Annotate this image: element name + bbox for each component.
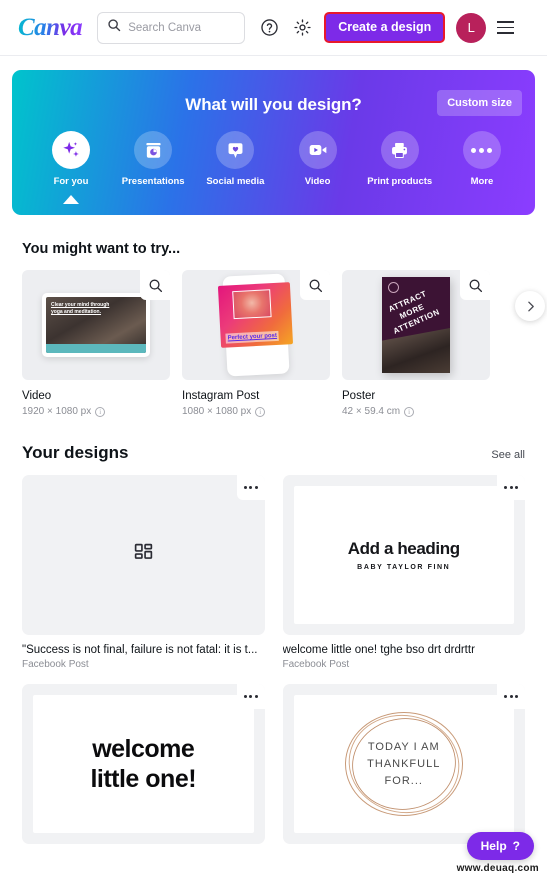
sparkle-icon: [52, 131, 90, 169]
try-card-video[interactable]: Clear your mind through yoga and meditat…: [22, 270, 170, 417]
instagram-template-art: Perfect your post: [217, 273, 294, 377]
try-card-thumbnail[interactable]: Clear your mind through yoga and meditat…: [22, 270, 170, 380]
design-art-line-1: TODAY I AM: [367, 740, 440, 753]
printer-icon: [380, 131, 419, 169]
design-art-line-3: FOR...: [384, 774, 423, 787]
ellipsis-icon: [462, 131, 501, 169]
search-box[interactable]: [97, 11, 246, 44]
canva-logo[interactable]: Canva: [14, 14, 83, 42]
question-mark-icon: ?: [512, 839, 520, 853]
app-header: Canva Create a design L: [0, 0, 547, 56]
hero-item-label: Video: [304, 176, 331, 187]
try-section-title: You might want to try...: [22, 241, 181, 257]
designs-section-header: Your designs See all: [0, 443, 547, 463]
try-card-meta: 1920 × 1080 px i: [22, 406, 170, 417]
hamburger-icon[interactable]: [497, 21, 515, 34]
see-all-link[interactable]: See all: [491, 449, 525, 461]
design-thumbnail[interactable]: Add a heading BABY TAYLOR FINN: [282, 475, 525, 635]
custom-size-button[interactable]: Custom size: [437, 90, 522, 116]
try-card-name: Poster: [342, 390, 376, 402]
hero-item-presentations[interactable]: Presentations: [120, 131, 186, 187]
design-art-heading: Add a heading: [347, 539, 460, 558]
hero-item-video[interactable]: Video: [285, 131, 351, 187]
hero-banner: What will you design? Custom size For yo…: [12, 70, 535, 215]
design-card-thankful[interactable]: TODAY I AM THANKFULL FOR...: [282, 684, 525, 844]
chevron-right-icon[interactable]: [515, 291, 545, 321]
design-art-line-2: THANKFULL: [367, 757, 441, 770]
heart-chat-icon: [216, 131, 255, 169]
design-art-line-2: little one!: [90, 765, 197, 793]
presentation-icon: [134, 131, 173, 169]
hero-item-for-you[interactable]: For you: [38, 131, 104, 187]
ellipsis-icon[interactable]: [236, 684, 265, 709]
header-actions: Create a design L: [258, 11, 515, 44]
try-card-name: Video: [22, 390, 52, 402]
design-art: Add a heading BABY TAYLOR FINN: [293, 486, 514, 624]
try-card-instagram-post[interactable]: Perfect your post Instagram Post 1080 × …: [182, 270, 330, 417]
designs-section-title: Your designs: [22, 443, 129, 462]
design-art: TODAY I AM THANKFULL FOR...: [293, 695, 514, 833]
try-card-meta: 1080 × 1080 px i: [182, 406, 330, 417]
question-circle-icon[interactable]: [258, 17, 280, 39]
design-thumbnail[interactable]: [22, 475, 265, 635]
try-card-name: Instagram Post: [182, 390, 260, 402]
info-icon[interactable]: i: [95, 406, 106, 417]
try-card-size: 1920 × 1080 px: [22, 406, 92, 417]
design-card-welcome-art[interactable]: welcome little one!: [22, 684, 265, 844]
design-art: welcome little one!: [33, 695, 254, 833]
info-icon[interactable]: i: [255, 406, 266, 417]
hero-item-label: For you: [53, 176, 89, 187]
magnifier-icon[interactable]: [300, 270, 330, 300]
design-card-success-quote[interactable]: "Success is not final, failure is not fa…: [22, 475, 265, 670]
design-thumbnail[interactable]: welcome little one!: [22, 684, 265, 844]
hero-item-label: Print products: [367, 176, 433, 187]
ellipsis-icon[interactable]: [497, 684, 525, 709]
hero-item-label: Presentations: [121, 176, 185, 187]
design-title: "Success is not final, failure is not fa…: [22, 644, 258, 656]
help-button-label: Help: [480, 839, 507, 853]
try-card-poster[interactable]: ATTRACT MORE ATTENTION Poster 42 × 59.4 …: [342, 270, 490, 417]
hero-item-label: Social media: [206, 176, 265, 187]
instagram-art-text: Perfect your post: [225, 330, 280, 344]
hero-item-more[interactable]: More: [449, 131, 515, 187]
design-card-welcome-little-one[interactable]: Add a heading BABY TAYLOR FINN welcome l…: [282, 475, 525, 670]
hero-category-nav: For you Presentations Social media Video…: [12, 115, 535, 187]
poster-template-art: ATTRACT MORE ATTENTION: [382, 277, 450, 373]
video-template-art: Clear your mind through yoga and meditat…: [42, 293, 150, 357]
ellipsis-icon[interactable]: [236, 475, 265, 500]
design-title: welcome little one! tghe bso drt drdrttr: [282, 644, 475, 656]
try-section-header: You might want to try...: [0, 241, 547, 257]
magnifier-icon[interactable]: [460, 270, 490, 300]
try-card-thumbnail[interactable]: Perfect your post: [182, 270, 330, 380]
try-carousel: Clear your mind through yoga and meditat…: [0, 257, 547, 417]
watermark: www.deuaq.com: [456, 863, 539, 874]
search-input[interactable]: [128, 21, 236, 34]
hero-item-label: More: [470, 176, 494, 187]
design-thumbnail[interactable]: TODAY I AM THANKFULL FOR...: [282, 684, 525, 844]
design-subtitle: Facebook Post: [282, 659, 350, 670]
help-button[interactable]: Help ?: [466, 832, 534, 860]
design-art-line-1: welcome: [92, 735, 195, 763]
hero-item-social-media[interactable]: Social media: [202, 131, 268, 187]
try-card-size: 1080 × 1080 px: [182, 406, 252, 417]
designs-grid: "Success is not final, failure is not fa…: [0, 463, 547, 844]
try-card-thumbnail[interactable]: ATTRACT MORE ATTENTION: [342, 270, 490, 380]
try-card-meta: 42 × 59.4 cm i: [342, 406, 490, 417]
hero-item-print-products[interactable]: Print products: [367, 131, 433, 187]
magnifier-icon[interactable]: [140, 270, 170, 300]
ellipsis-icon[interactable]: [497, 475, 525, 500]
video-camera-icon: [298, 131, 337, 169]
design-art-subheading: BABY TAYLOR FINN: [357, 564, 451, 571]
gear-icon[interactable]: [291, 17, 313, 39]
avatar[interactable]: L: [456, 12, 487, 43]
search-icon: [107, 18, 121, 37]
info-icon[interactable]: i: [404, 406, 415, 417]
create-a-design-button[interactable]: Create a design: [324, 11, 446, 44]
grid-squares-icon: [133, 542, 154, 568]
try-card-size: 42 × 59.4 cm: [342, 406, 401, 417]
design-subtitle: Facebook Post: [22, 659, 89, 670]
video-art-text: Clear your mind through yoga and meditat…: [51, 302, 110, 315]
